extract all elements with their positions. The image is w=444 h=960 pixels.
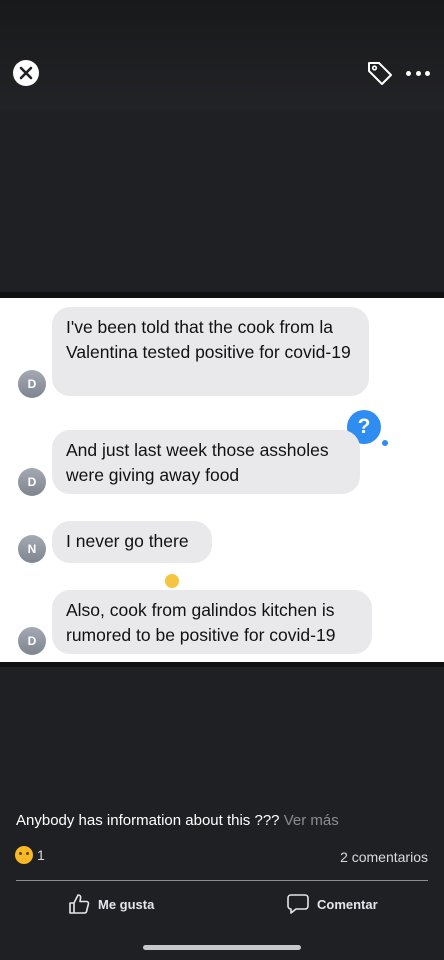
like-label: Me gusta [98, 896, 155, 912]
comment-label: Comentar [317, 896, 378, 912]
message-bubble: Also, cook from galindos kitchen is rumo… [52, 590, 372, 654]
reaction-count: 1 [37, 847, 45, 863]
more-options-button[interactable] [406, 68, 430, 78]
tag-button[interactable] [366, 59, 394, 87]
reaction-summary[interactable]: 1 [15, 846, 45, 864]
message-text: I've been told that the cook from la Val… [66, 317, 351, 362]
comment-count-link[interactable]: 2 comentarios [340, 849, 428, 865]
avatar: D [18, 370, 46, 398]
message-text: I never go there [66, 531, 189, 551]
photo-viewer-header [0, 0, 444, 110]
tag-icon [368, 62, 392, 85]
post-photo[interactable]: I've been told that the cook from la Val… [0, 292, 444, 667]
message-bubble: I've been told that the cook from la Val… [52, 307, 369, 396]
more-dots-icon [406, 70, 411, 76]
message-bubble: And just last week those assholes were g… [52, 430, 360, 494]
avatar: D [18, 627, 46, 655]
close-icon [19, 66, 33, 80]
comment-button[interactable]: Comentar [287, 890, 378, 918]
see-more-link[interactable]: Ver más [284, 812, 339, 829]
message-text: Also, cook from galindos kitchen is rumo… [66, 600, 336, 645]
comment-bubble-icon [287, 894, 309, 914]
like-button[interactable]: Me gusta [68, 890, 154, 918]
divider [16, 880, 428, 881]
emoji-sticker-icon [165, 574, 179, 588]
message-text: And just last week those assholes were g… [66, 440, 329, 485]
avatar: D [18, 468, 46, 496]
close-button[interactable] [13, 60, 39, 86]
home-indicator[interactable] [143, 945, 301, 950]
sad-face-icon [15, 846, 33, 864]
avatar: N [18, 535, 46, 563]
message-bubble: I never go there [52, 521, 212, 563]
caption-text: Anybody has information about this ??? [16, 812, 280, 829]
thumbs-up-icon [69, 894, 90, 914]
post-caption: Anybody has information about this ??? V… [16, 812, 339, 829]
